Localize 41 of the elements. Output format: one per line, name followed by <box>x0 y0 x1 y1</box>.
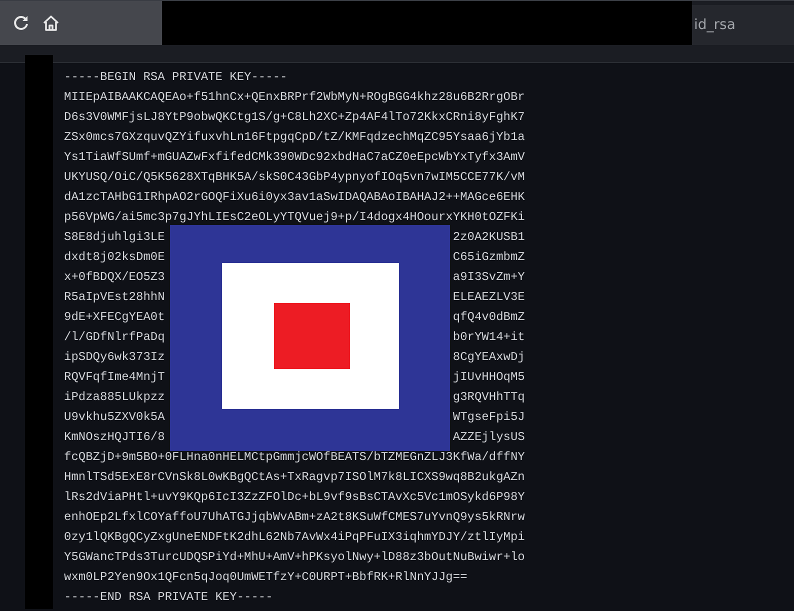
key-line-fragment: a9I3SvZm+Y <box>452 269 525 286</box>
key-line-fragment: 8CgYEAxwDj <box>452 349 525 366</box>
key-line: p56VpWG/ai5mc3p7gJYhLIEsC2eOLyYTQVuej9+p/I4dogx4HOourxYKH0tOZFKi <box>64 209 525 226</box>
key-line: fcQBZjD+9m5BO+0FLHna0nHELMCtpGmmjcWOfBEATS/bTZMEGnZLJ3KfWa/dffNY <box>64 449 525 466</box>
reload-icon <box>12 14 30 32</box>
key-line: Y5GWancTPds3TurcUDQSPiYd+MhU+AmV+hPKsyolNwy+lD88z3bOutNuBwiwr+lo <box>64 549 525 566</box>
key-line-fragment: R5aIpVEst28hhN <box>64 289 165 306</box>
key-line-fragment: g3RQVHhTTq <box>452 389 525 406</box>
key-line-fragment: ipSDQy6wk373Iz <box>64 349 165 366</box>
key-line: dA1zcTAHbG1IRhpAO2rGOQFiXu6i0yx3av1aSwIDAQABAoIBAHAJ2++MAGce6EHK <box>64 189 525 206</box>
key-line-fragment: iPdza885LUkpzz <box>64 389 165 406</box>
key-line-fragment: 2z0A2KUSB1 <box>452 229 525 246</box>
key-line: D6s3V0WMFjsLJ8YtP9obwQKCtg1S/g+C8Lh2XC+Zp4AF4lTo72KkxCRni8yFghK7 <box>64 109 525 126</box>
key-line: ZSx0mcs7GXzquvQZYifuxvhLn16FtpgqCpD/tZ/KMFqdzechMqZC95Ysaa6jYb1a <box>64 129 525 146</box>
key-line: -----END RSA PRIVATE KEY----- <box>64 589 273 606</box>
key-line-fragment: b0rYW14+it <box>452 329 525 346</box>
key-line-fragment: /l/GDfNlrfPaDq <box>64 329 165 346</box>
key-line: enhOEp2LfxlCOYaffoU7UhATGJjqbWvABm+zA2t8KSuWfCMES7uYvnQ9ys5kRNrw <box>64 509 525 526</box>
key-line-fragment: dxdt8j02ksDm0E <box>64 249 165 266</box>
key-line: UKYUSQ/OiC/Q5K5628XTqBHK5A/skS0C43GbP4ypnyofIOq5vn7wIM5CCE77K/vM <box>64 169 525 186</box>
key-line: wxm0LP2Yen9Ox1QFcn5qJoq0UmWETfzY+C0URPT+BbfRK+RlNnYJJg== <box>64 569 468 586</box>
key-line-fragment: U9vkhu5ZXV0k5A <box>64 409 165 426</box>
key-line-fragment: AZZEjlysUS <box>452 429 525 446</box>
key-line-fragment: KmNOszHQJTI6/8 <box>64 429 165 446</box>
key-line: Ys1TiaWfSUmf+mGUAZwFxfifedCMk390WDc92xbdHaC7aCZ0eEpcWbYxTyfx3AmV <box>64 149 525 166</box>
key-line-fragment: ELEAEZLV3E <box>452 289 525 306</box>
key-line-fragment: 9dE+XFECgYEA0t <box>64 309 165 326</box>
key-line: lRs2dViaPHtl+uvY9KQp6IcI3ZzZFOlDc+bL9vf9sBsCTAvXc5Vc1mOSykd6P98Y <box>64 489 525 506</box>
key-line-fragment: qfQ4v0dBmZ <box>452 309 525 326</box>
key-line: HmnlTSd5ExE8rCVnSk8L0wKBgQCtAs+TxRagvp7ISOlM7k8LICXS9wq8B2ukgAZn <box>64 469 525 486</box>
key-line: -----BEGIN RSA PRIVATE KEY----- <box>64 69 288 86</box>
key-line-fragment: jIUvHHOqM5 <box>452 369 525 386</box>
key-line-fragment: WTgseFpi5J <box>452 409 525 426</box>
key-line-fragment: C65iGzmbmZ <box>452 249 525 266</box>
file-tab[interactable]: id_rsa <box>692 5 794 45</box>
key-line-fragment: RQVFqfIme4MnjT <box>64 369 165 386</box>
home-icon <box>42 14 60 32</box>
key-line: MIIEpAIBAAKCAQEAo+f51hnCx+QEnxBRPrf2WbMyN+ROgBGG4khz28u6B2RrgOBr <box>64 89 525 106</box>
key-line-fragment: S8E8djuhlgi3LE <box>64 229 165 246</box>
key-line-fragment: x+0fBDQX/EO5Z3 <box>64 269 165 286</box>
key-line: 0zy1lQKBgQCyZxgUneENDFtK2dhL62Nb7AvWx4iPqPFuIX3iqhmYDJY/ztlIyMpi <box>64 529 525 546</box>
